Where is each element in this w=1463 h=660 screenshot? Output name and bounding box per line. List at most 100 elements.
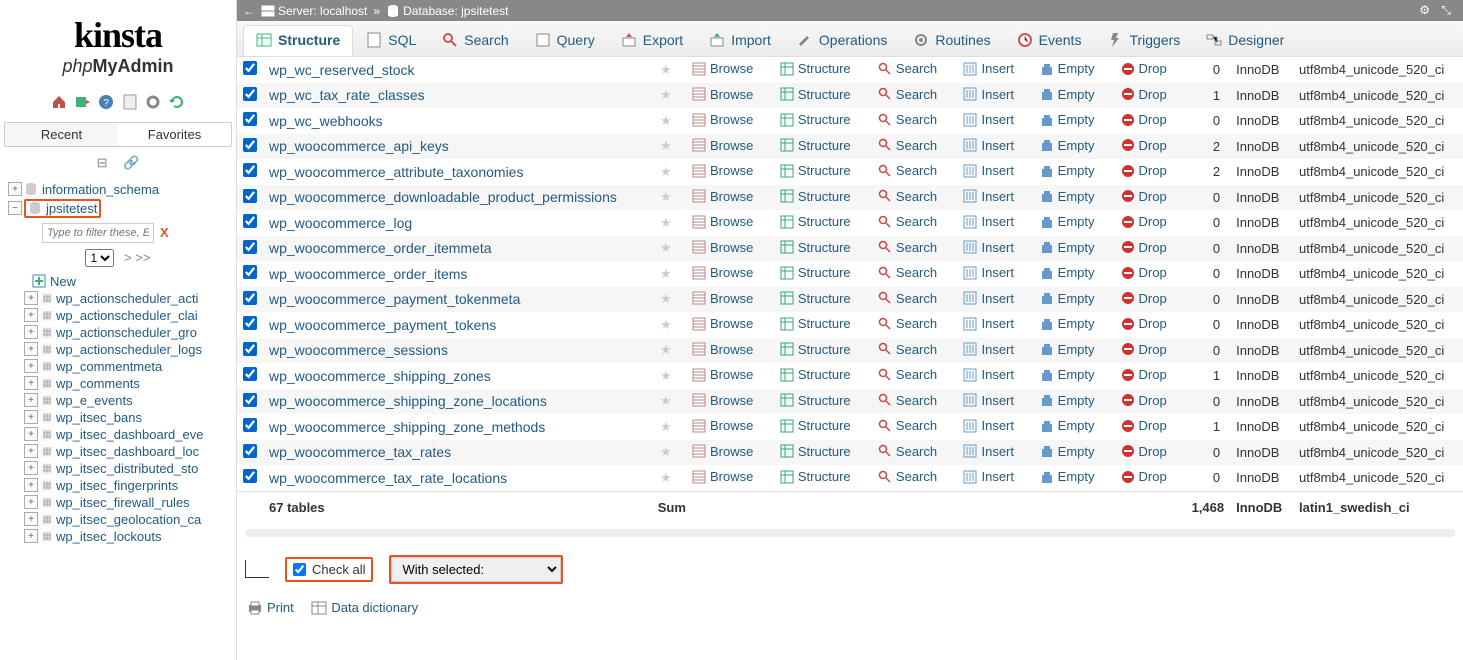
menu-icon[interactable]: ▦	[40, 461, 54, 475]
empty-action[interactable]: Empty	[1036, 469, 1099, 484]
favorite-icon[interactable]: ★	[658, 342, 674, 358]
expand-icon[interactable]: +	[24, 529, 38, 543]
tab-search[interactable]: Search	[429, 25, 521, 56]
drop-action[interactable]: Drop	[1117, 418, 1171, 433]
row-checkbox[interactable]	[243, 240, 257, 254]
structure-action[interactable]: Structure	[776, 444, 855, 459]
insert-action[interactable]: Insert	[959, 189, 1018, 204]
structure-action[interactable]: Structure	[776, 342, 855, 357]
tree-table-wp_comments[interactable]: +▦wp_comments	[2, 375, 234, 392]
expand-icon[interactable]: +	[24, 495, 38, 509]
drop-action[interactable]: Drop	[1117, 138, 1171, 153]
empty-action[interactable]: Empty	[1036, 138, 1099, 153]
empty-action[interactable]: Empty	[1036, 265, 1099, 280]
tree-table-wp_itsec_fingerprints[interactable]: +▦wp_itsec_fingerprints	[2, 477, 234, 494]
tree-table-wp_itsec_distributed_sto[interactable]: +▦wp_itsec_distributed_sto	[2, 460, 234, 477]
search-action[interactable]: Search	[874, 342, 941, 357]
menu-icon[interactable]: ▦	[40, 325, 54, 339]
insert-action[interactable]: Insert	[959, 469, 1018, 484]
insert-action[interactable]: Insert	[959, 240, 1018, 255]
table-name-link[interactable]: wp_woocommerce_log	[269, 215, 412, 231]
logout-icon[interactable]	[75, 94, 91, 110]
tree-filter-input[interactable]	[42, 223, 154, 243]
favorite-icon[interactable]: ★	[658, 291, 674, 307]
breadcrumb-database[interactable]: Database: jpsitetest	[403, 4, 508, 18]
search-action[interactable]: Search	[874, 291, 941, 306]
insert-action[interactable]: Insert	[959, 367, 1018, 382]
tree-new[interactable]: New	[2, 273, 234, 290]
favorite-icon[interactable]: ★	[658, 368, 674, 384]
insert-action[interactable]: Insert	[959, 138, 1018, 153]
collapse-top-icon[interactable]: ⤡	[1441, 3, 1451, 17]
table-name-link[interactable]: wp_woocommerce_order_items	[269, 266, 467, 282]
tab-export[interactable]: Export	[608, 25, 696, 56]
search-action[interactable]: Search	[874, 138, 941, 153]
expand-icon[interactable]: +	[24, 359, 38, 373]
insert-action[interactable]: Insert	[959, 214, 1018, 229]
row-checkbox[interactable]	[243, 112, 257, 126]
search-action[interactable]: Search	[874, 367, 941, 382]
menu-icon[interactable]: ▦	[40, 427, 54, 441]
table-name-link[interactable]: wp_woocommerce_downloadable_product_perm…	[269, 189, 617, 205]
empty-action[interactable]: Empty	[1036, 418, 1099, 433]
search-action[interactable]: Search	[874, 316, 941, 331]
row-checkbox[interactable]	[243, 393, 257, 407]
empty-action[interactable]: Empty	[1036, 291, 1099, 306]
tab-triggers[interactable]: Triggers	[1094, 25, 1193, 56]
tab-events[interactable]: Events	[1004, 25, 1095, 56]
search-action[interactable]: Search	[874, 240, 941, 255]
structure-action[interactable]: Structure	[776, 240, 855, 255]
home-icon[interactable]	[51, 94, 67, 110]
row-checkbox[interactable]	[243, 189, 257, 203]
search-action[interactable]: Search	[874, 265, 941, 280]
row-checkbox[interactable]	[243, 291, 257, 305]
structure-action[interactable]: Structure	[776, 418, 855, 433]
structure-action[interactable]: Structure	[776, 393, 855, 408]
row-checkbox[interactable]	[243, 265, 257, 279]
expand-icon[interactable]: +	[24, 478, 38, 492]
tree-table-wp_commentmeta[interactable]: +▦wp_commentmeta	[2, 358, 234, 375]
insert-action[interactable]: Insert	[959, 291, 1018, 306]
tab-query[interactable]: Query	[522, 25, 608, 56]
empty-action[interactable]: Empty	[1036, 240, 1099, 255]
empty-action[interactable]: Empty	[1036, 112, 1099, 127]
empty-action[interactable]: Empty	[1036, 87, 1099, 102]
favorite-icon[interactable]: ★	[658, 266, 674, 282]
favorite-icon[interactable]: ★	[658, 470, 674, 486]
empty-action[interactable]: Empty	[1036, 189, 1099, 204]
table-name-link[interactable]: wp_woocommerce_payment_tokens	[269, 317, 496, 333]
tree-table-wp_itsec_lockouts[interactable]: +▦wp_itsec_lockouts	[2, 528, 234, 545]
empty-action[interactable]: Empty	[1036, 61, 1099, 76]
favorite-icon[interactable]: ★	[658, 164, 674, 180]
row-checkbox[interactable]	[243, 342, 257, 356]
print-link[interactable]: Print	[247, 600, 294, 615]
drop-action[interactable]: Drop	[1117, 265, 1171, 280]
search-action[interactable]: Search	[874, 189, 941, 204]
insert-action[interactable]: Insert	[959, 87, 1018, 102]
browse-action[interactable]: Browse	[688, 189, 757, 204]
tab-designer[interactable]: Designer	[1193, 25, 1297, 56]
search-action[interactable]: Search	[874, 469, 941, 484]
favorite-icon[interactable]: ★	[658, 444, 674, 460]
table-name-link[interactable]: wp_woocommerce_shipping_zone_methods	[269, 419, 545, 435]
drop-action[interactable]: Drop	[1117, 112, 1171, 127]
menu-icon[interactable]: ▦	[40, 495, 54, 509]
menu-icon[interactable]: ▦	[40, 359, 54, 373]
drop-action[interactable]: Drop	[1117, 393, 1171, 408]
drop-action[interactable]: Drop	[1117, 291, 1171, 306]
menu-icon[interactable]: ▦	[40, 291, 54, 305]
favorite-icon[interactable]: ★	[658, 138, 674, 154]
drop-action[interactable]: Drop	[1117, 469, 1171, 484]
insert-action[interactable]: Insert	[959, 444, 1018, 459]
search-action[interactable]: Search	[874, 112, 941, 127]
expand-icon[interactable]: +	[24, 342, 38, 356]
search-action[interactable]: Search	[874, 61, 941, 76]
row-checkbox[interactable]	[243, 163, 257, 177]
scrollbar[interactable]	[245, 529, 1455, 537]
structure-action[interactable]: Structure	[776, 367, 855, 382]
menu-icon[interactable]: ▦	[40, 376, 54, 390]
browse-action[interactable]: Browse	[688, 214, 757, 229]
row-checkbox[interactable]	[243, 418, 257, 432]
favorite-icon[interactable]: ★	[658, 317, 674, 333]
structure-action[interactable]: Structure	[776, 291, 855, 306]
